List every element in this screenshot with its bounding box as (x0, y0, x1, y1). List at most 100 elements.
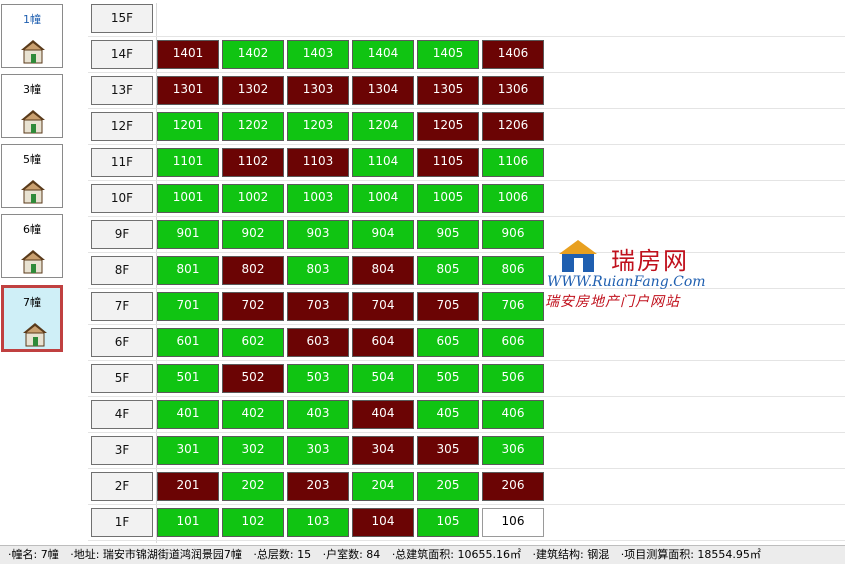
unit-cell[interactable]: 1402 (222, 40, 284, 69)
floor-label[interactable]: 2F (91, 472, 153, 501)
unit-cell[interactable]: 902 (222, 220, 284, 249)
unit-cell[interactable]: 801 (157, 256, 219, 285)
floor-label[interactable]: 1F (91, 508, 153, 537)
unit-cell[interactable]: 101 (157, 508, 219, 537)
floor-label[interactable]: 8F (91, 256, 153, 285)
unit-cell[interactable]: 502 (222, 364, 284, 393)
unit-cell[interactable]: 1002 (222, 184, 284, 213)
floor-label[interactable]: 9F (91, 220, 153, 249)
unit-cell[interactable]: 1102 (222, 148, 284, 177)
unit-cell[interactable]: 605 (417, 328, 479, 357)
unit-cell[interactable]: 804 (352, 256, 414, 285)
unit-cell[interactable]: 1003 (287, 184, 349, 213)
floor-label[interactable]: 10F (91, 184, 153, 213)
unit-cell[interactable]: 1004 (352, 184, 414, 213)
unit-cell[interactable]: 906 (482, 220, 544, 249)
unit-cell[interactable]: 1306 (482, 76, 544, 105)
unit-cell[interactable]: 1005 (417, 184, 479, 213)
unit-cell[interactable]: 503 (287, 364, 349, 393)
unit-cell[interactable]: 1101 (157, 148, 219, 177)
unit-cell[interactable]: 306 (482, 436, 544, 465)
unit-cell[interactable]: 204 (352, 472, 414, 501)
unit-cell[interactable]: 103 (287, 508, 349, 537)
unit-cell[interactable]: 705 (417, 292, 479, 321)
unit-cell[interactable]: 1204 (352, 112, 414, 141)
unit-cell[interactable]: 901 (157, 220, 219, 249)
unit-cell[interactable]: 501 (157, 364, 219, 393)
building-item[interactable]: 5幢 (1, 144, 63, 208)
unit-cell[interactable]: 406 (482, 400, 544, 429)
unit-cell[interactable]: 506 (482, 364, 544, 393)
floor-label[interactable]: 12F (91, 112, 153, 141)
unit-cell[interactable]: 604 (352, 328, 414, 357)
unit-cell[interactable]: 1406 (482, 40, 544, 69)
unit-cell[interactable]: 1405 (417, 40, 479, 69)
unit-cell[interactable]: 706 (482, 292, 544, 321)
unit-cell[interactable]: 206 (482, 472, 544, 501)
floor-label[interactable]: 6F (91, 328, 153, 357)
unit-cell[interactable]: 903 (287, 220, 349, 249)
unit-cell[interactable]: 1305 (417, 76, 479, 105)
unit-cell[interactable]: 1205 (417, 112, 479, 141)
building-item[interactable]: 6幢 (1, 214, 63, 278)
floor-label[interactable]: 14F (91, 40, 153, 69)
unit-cell[interactable]: 802 (222, 256, 284, 285)
unit-cell[interactable]: 202 (222, 472, 284, 501)
unit-cell[interactable]: 702 (222, 292, 284, 321)
unit-cell[interactable]: 1403 (287, 40, 349, 69)
building-item[interactable]: 1幢 (1, 4, 63, 68)
unit-cell[interactable]: 106 (482, 508, 544, 537)
floor-label[interactable]: 5F (91, 364, 153, 393)
unit-cell[interactable]: 806 (482, 256, 544, 285)
unit-cell[interactable]: 904 (352, 220, 414, 249)
unit-cell[interactable]: 1401 (157, 40, 219, 69)
unit-cell[interactable]: 1104 (352, 148, 414, 177)
unit-cell[interactable]: 1203 (287, 112, 349, 141)
floor-label[interactable]: 7F (91, 292, 153, 321)
building-item[interactable]: 3幢 (1, 74, 63, 138)
floor-label[interactable]: 4F (91, 400, 153, 429)
unit-cell[interactable]: 203 (287, 472, 349, 501)
unit-cell[interactable]: 601 (157, 328, 219, 357)
unit-cell[interactable]: 403 (287, 400, 349, 429)
unit-cell[interactable]: 905 (417, 220, 479, 249)
unit-cell[interactable]: 1105 (417, 148, 479, 177)
unit-cell[interactable]: 1201 (157, 112, 219, 141)
unit-cell[interactable]: 1304 (352, 76, 414, 105)
floor-label[interactable]: 3F (91, 436, 153, 465)
unit-cell[interactable]: 703 (287, 292, 349, 321)
unit-cell[interactable]: 304 (352, 436, 414, 465)
unit-cell[interactable]: 1001 (157, 184, 219, 213)
floor-label[interactable]: 11F (91, 148, 153, 177)
unit-cell[interactable]: 803 (287, 256, 349, 285)
unit-cell[interactable]: 402 (222, 400, 284, 429)
unit-cell[interactable]: 102 (222, 508, 284, 537)
unit-cell[interactable]: 104 (352, 508, 414, 537)
floor-label[interactable]: 15F (91, 4, 153, 33)
unit-cell[interactable]: 701 (157, 292, 219, 321)
unit-cell[interactable]: 303 (287, 436, 349, 465)
unit-cell[interactable]: 1103 (287, 148, 349, 177)
unit-cell[interactable]: 1302 (222, 76, 284, 105)
unit-cell[interactable]: 405 (417, 400, 479, 429)
unit-cell[interactable]: 1202 (222, 112, 284, 141)
unit-cell[interactable]: 602 (222, 328, 284, 357)
unit-cell[interactable]: 1303 (287, 76, 349, 105)
floor-label[interactable]: 13F (91, 76, 153, 105)
unit-cell[interactable]: 606 (482, 328, 544, 357)
unit-cell[interactable]: 805 (417, 256, 479, 285)
unit-cell[interactable]: 505 (417, 364, 479, 393)
unit-cell[interactable]: 205 (417, 472, 479, 501)
unit-cell[interactable]: 603 (287, 328, 349, 357)
unit-cell[interactable]: 302 (222, 436, 284, 465)
unit-cell[interactable]: 301 (157, 436, 219, 465)
unit-cell[interactable]: 1106 (482, 148, 544, 177)
unit-cell[interactable]: 401 (157, 400, 219, 429)
unit-cell[interactable]: 105 (417, 508, 479, 537)
unit-cell[interactable]: 1301 (157, 76, 219, 105)
unit-cell[interactable]: 1404 (352, 40, 414, 69)
unit-cell[interactable]: 704 (352, 292, 414, 321)
building-item[interactable]: 7幢 (1, 285, 63, 352)
unit-cell[interactable]: 1206 (482, 112, 544, 141)
unit-cell[interactable]: 1006 (482, 184, 544, 213)
